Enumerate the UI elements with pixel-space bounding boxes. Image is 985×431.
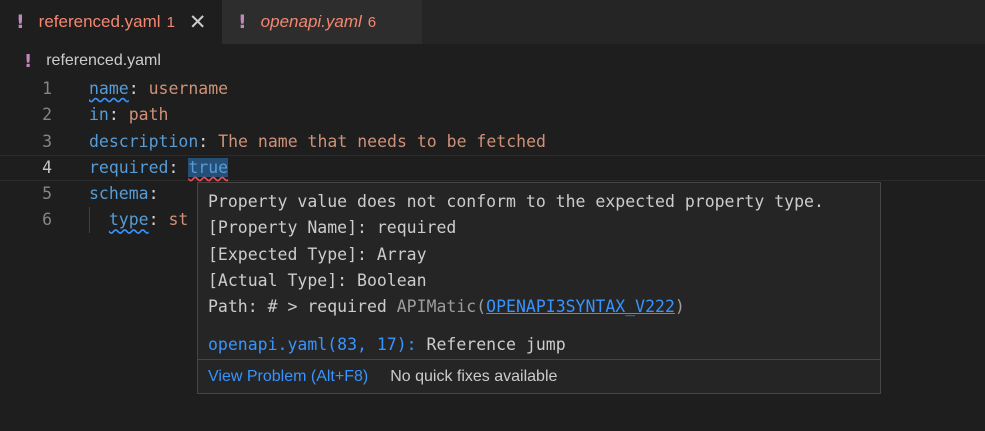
yaml-key: description bbox=[89, 131, 199, 151]
hover-message: Property value does not conform to the e… bbox=[208, 192, 824, 211]
tab-openapi-yaml[interactable]: ! openapi.yaml 6 bbox=[222, 0, 422, 44]
reference-jump-link[interactable]: openapi.yaml(83, 17): bbox=[208, 335, 417, 354]
reference-text: Reference jump bbox=[416, 335, 566, 355]
line-number: 6 bbox=[42, 210, 52, 230]
hover-path: Path: # > required bbox=[208, 297, 387, 317]
code-line[interactable]: 2 in: path bbox=[0, 102, 985, 128]
yaml-value: username bbox=[148, 79, 229, 98]
yaml-key: type bbox=[108, 210, 149, 230]
hover-property-name: [Property Name]: required bbox=[208, 218, 457, 238]
warning-icon: ! bbox=[16, 11, 25, 33]
line-number: 1 bbox=[42, 79, 52, 98]
yaml-key: required bbox=[89, 157, 169, 177]
yaml-key: schema bbox=[89, 184, 149, 204]
hover-status-bar: View Problem (Alt+F8) No quick fixes ava… bbox=[198, 359, 880, 393]
breadcrumb-file[interactable]: referenced.yaml bbox=[46, 52, 161, 70]
close-icon[interactable]: ✕ bbox=[189, 10, 207, 34]
tab-label: openapi.yaml bbox=[260, 12, 362, 31]
problem-count-badge: 6 bbox=[367, 13, 377, 31]
error-value[interactable]: true bbox=[188, 157, 229, 177]
yaml-value: path bbox=[128, 105, 169, 125]
warning-icon: ! bbox=[238, 11, 247, 33]
code-line-current[interactable]: 4 required: true bbox=[0, 154, 985, 182]
tab-bar: ! referenced.yaml 1 ✕ ! openapi.yaml 6 bbox=[0, 0, 985, 44]
line-number: 5 bbox=[42, 184, 52, 204]
problem-hover-widget: Property value does not conform to the e… bbox=[197, 182, 881, 394]
yaml-key: name bbox=[89, 79, 129, 98]
no-quick-fixes-label: No quick fixes available bbox=[390, 367, 558, 385]
code-line[interactable]: 1 name: username bbox=[0, 76, 985, 102]
yaml-value: st bbox=[168, 210, 189, 230]
error-code-link[interactable]: OPENAPI3SYNTAX_V222 bbox=[486, 297, 675, 316]
hover-source: APIMatic( bbox=[396, 297, 487, 317]
breadcrumb[interactable]: ! referenced.yaml bbox=[24, 50, 161, 72]
line-number: 3 bbox=[42, 131, 52, 151]
hover-expected-type: [Expected Type]: Array bbox=[208, 244, 427, 264]
problem-count-badge: 1 bbox=[166, 13, 175, 31]
warning-icon: ! bbox=[24, 50, 33, 72]
yaml-key: in bbox=[89, 105, 109, 125]
tab-referenced-yaml[interactable]: ! referenced.yaml 1 ✕ bbox=[0, 0, 222, 44]
yaml-value: The name that needs to be fetched bbox=[218, 131, 546, 151]
view-problem-link[interactable]: View Problem (Alt+F8) bbox=[208, 368, 368, 386]
line-number: 2 bbox=[42, 105, 52, 125]
line-number: 4 bbox=[42, 157, 52, 177]
hover-actual-type: [Actual Type]: Boolean bbox=[208, 270, 427, 290]
tab-label: referenced.yaml bbox=[38, 12, 161, 31]
code-line[interactable]: 3 description: The name that needs to be… bbox=[0, 129, 985, 155]
